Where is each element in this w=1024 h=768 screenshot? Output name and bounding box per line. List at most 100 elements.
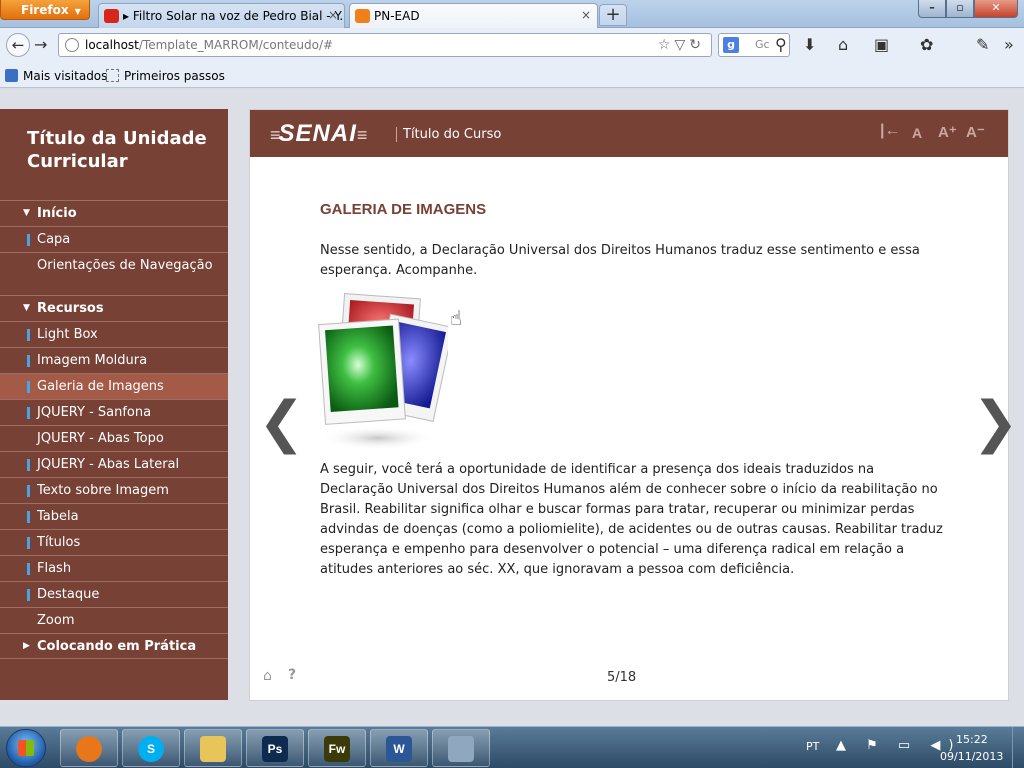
- forward-button[interactable]: →: [34, 35, 47, 54]
- firefox-menu-button[interactable]: Firefox ▼: [0, 0, 90, 20]
- show-desktop-button[interactable]: [1012, 727, 1024, 768]
- sidebar-item[interactable]: Orientações de Navegação: [0, 252, 228, 295]
- taskbar-app-word[interactable]: W: [370, 729, 428, 767]
- item-marker: [27, 537, 30, 549]
- sidebar-item[interactable]: Títulos: [0, 529, 228, 555]
- close-icon[interactable]: ×: [581, 8, 591, 22]
- font-decrease-button[interactable]: A⁻: [966, 123, 985, 141]
- sidebar-item-label: Imagem Moldura: [37, 353, 148, 368]
- bookmark-primeiros-passos[interactable]: Primeiros passos: [106, 69, 225, 83]
- sidebar-section[interactable]: ▼ Recursos: [0, 295, 228, 321]
- start-button[interactable]: [6, 729, 46, 767]
- next-page-button[interactable]: ❯: [972, 390, 1019, 455]
- item-marker: [27, 563, 30, 575]
- menu-chevron-icon[interactable]: »: [1004, 35, 1014, 54]
- home-icon[interactable]: ⌂: [838, 35, 848, 54]
- globe-icon: [65, 38, 79, 52]
- sidebar-item[interactable]: Flash: [0, 555, 228, 581]
- window-close-button[interactable]: ✕: [974, 0, 1018, 18]
- sidebar-item[interactable]: Capa: [0, 226, 228, 252]
- tab-label: ▸ Filtro Solar na voz de Pedro Bial - Y.…: [123, 9, 345, 23]
- arrow-right-icon: →: [34, 35, 48, 54]
- new-tab-button[interactable]: +: [599, 4, 627, 26]
- item-marker: [27, 355, 30, 367]
- sidebar-item[interactable]: JQUERY - Abas Lateral: [0, 451, 228, 477]
- sidebar-item[interactable]: JQUERY - Abas Topo: [0, 425, 228, 451]
- url-actions: ☆▽↻: [658, 37, 705, 53]
- dropper-icon[interactable]: ✎: [976, 35, 989, 54]
- sidebar-item[interactable]: Imagem Moldura: [0, 347, 228, 373]
- language-indicator[interactable]: PT: [806, 740, 819, 753]
- search-icon[interactable]: ⚲: [775, 35, 787, 54]
- sidebar-item[interactable]: Destaque: [0, 581, 228, 607]
- firefox-icon: [76, 736, 102, 762]
- taskbar-app-photoshop[interactable]: Ps: [246, 729, 304, 767]
- close-icon[interactable]: ×: [328, 8, 338, 22]
- item-marker: [27, 589, 30, 601]
- sidebar-item-label: Light Box: [37, 327, 98, 342]
- browser-titlebar: Firefox ▼ ▸ Filtro Solar na voz de Pedro …: [0, 0, 1024, 28]
- sidebar-item[interactable]: Zoom: [0, 607, 228, 633]
- clock-time[interactable]: 15:22: [956, 733, 988, 746]
- sidebar-item[interactable]: Tabela: [0, 503, 228, 529]
- taskbar-app-fireworks[interactable]: Fw: [308, 729, 366, 767]
- sidebar-item[interactable]: Light Box: [0, 321, 228, 347]
- sidebar-item[interactable]: JQUERY - Sanfona: [0, 399, 228, 425]
- maximize-button[interactable]: ▫: [946, 0, 974, 18]
- sidebar-item-label: JQUERY - Abas Lateral: [37, 457, 180, 472]
- google-icon[interactable]: g: [723, 37, 739, 53]
- tab-pn-ead[interactable]: PN-EAD ×: [349, 3, 598, 28]
- search-input[interactable]: Gc: [755, 38, 770, 51]
- sidebar-item[interactable]: Texto sobre Imagem: [0, 477, 228, 503]
- hand-cursor-icon: ☝: [450, 306, 463, 330]
- sidebar-item-label: Zoom: [37, 613, 75, 628]
- taskbar-app-skype[interactable]: S: [122, 729, 180, 767]
- sidebar-item[interactable]: Galeria de Imagens: [0, 373, 228, 399]
- taskbar-app-calculator[interactable]: [432, 729, 490, 767]
- caret-right-icon: ▶: [23, 641, 30, 651]
- sidebar-item-label: JQUERY - Abas Topo: [37, 431, 164, 446]
- bookmark-icon[interactable]: ▣: [874, 35, 889, 54]
- item-marker: [27, 459, 30, 471]
- previous-page-button[interactable]: ❮: [258, 390, 305, 455]
- word-icon: W: [386, 736, 412, 762]
- dropdown-icon[interactable]: ▽: [674, 37, 689, 53]
- reload-icon[interactable]: ↻: [689, 37, 705, 53]
- photoshop-icon: Ps: [262, 736, 288, 762]
- addon-icon[interactable]: ✿: [920, 35, 933, 54]
- page-counter: 5/18: [607, 670, 637, 685]
- item-marker: [27, 511, 30, 523]
- taskbar-app-explorer[interactable]: [184, 729, 242, 767]
- back-button[interactable]: ←: [6, 33, 30, 57]
- help-icon[interactable]: ?: [288, 667, 296, 683]
- item-marker: [27, 485, 30, 497]
- explorer-icon: [200, 736, 226, 762]
- taskbar: S Ps Fw W PT ▲ ⚑ ▭ ◀) 15:22 09/11/2013: [0, 726, 1024, 768]
- senai-logo: ≡SENAI≡: [270, 120, 367, 147]
- download-icon[interactable]: ⬇: [803, 35, 816, 54]
- font-increase-button[interactable]: A⁺: [938, 123, 957, 141]
- reset-font-icon[interactable]: |←: [880, 122, 900, 140]
- url-bar[interactable]: localhost/Template_MARROM/conteudo/# ☆▽↻: [58, 33, 712, 57]
- gallery-thumbnail[interactable]: [318, 292, 454, 452]
- tab-label: PN-EAD: [374, 9, 420, 23]
- navigation-toolbar: ← → localhost/Template_MARROM/conteudo/#…: [0, 28, 1024, 64]
- home-icon[interactable]: ⌂: [263, 668, 272, 684]
- minimize-button[interactable]: –: [918, 0, 946, 18]
- bookmark-mais-visitados[interactable]: Mais visitados: [5, 69, 107, 83]
- clock-date[interactable]: 09/11/2013: [940, 750, 1003, 763]
- sidebar-item-label: Início: [37, 206, 77, 221]
- taskbar-app-firefox[interactable]: [60, 729, 118, 767]
- star-icon[interactable]: ☆: [658, 37, 675, 53]
- url-text[interactable]: localhost/Template_MARROM/conteudo/#: [85, 38, 333, 52]
- item-marker: [27, 407, 30, 419]
- font-normal-button[interactable]: A: [912, 125, 922, 141]
- sidebar-item-label: Flash: [37, 561, 72, 576]
- sidebar-section[interactable]: ▶ Colocando em Prática: [0, 633, 228, 659]
- sidebar-menu: ▼ Início Capa Orientações de Navegação ▼ Recu…: [0, 200, 228, 659]
- sidebar-item-label: Galeria de Imagens: [37, 379, 164, 394]
- bookmarks-folder-icon: [5, 69, 18, 82]
- tab-youtube[interactable]: ▸ Filtro Solar na voz de Pedro Bial - Y.…: [98, 3, 345, 28]
- sidebar-item-label: Texto sobre Imagem: [37, 483, 169, 498]
- sidebar-section[interactable]: ▼ Início: [0, 200, 228, 226]
